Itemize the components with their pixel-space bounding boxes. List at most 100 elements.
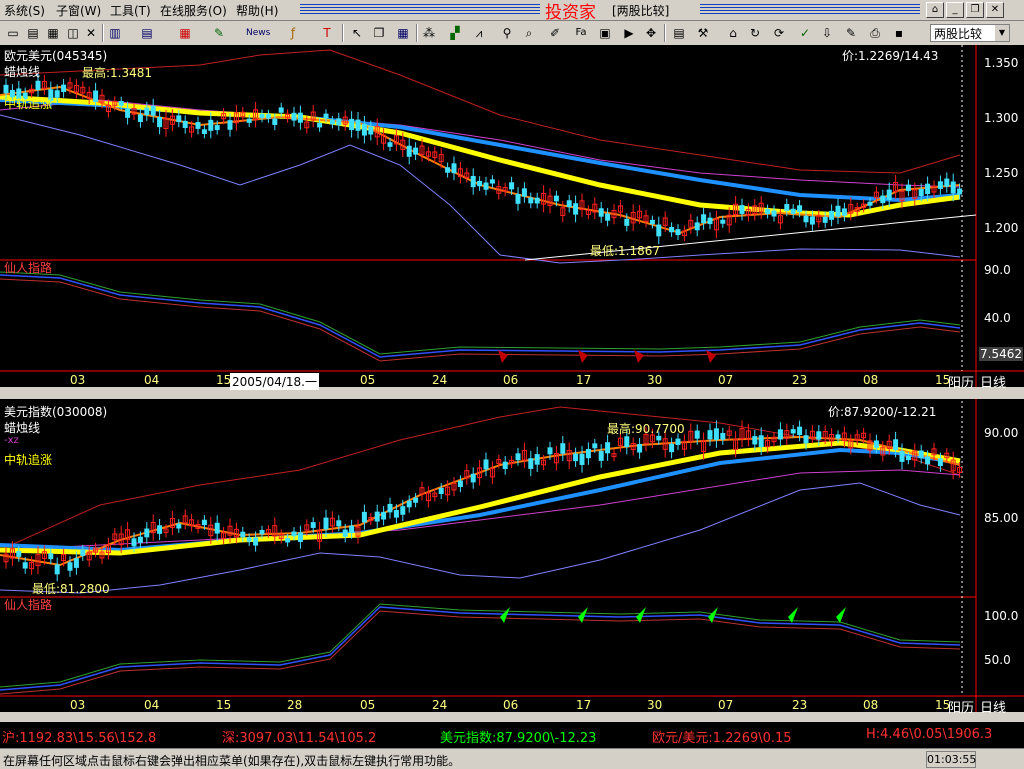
ticker-item-h[interactable]: H:4.46\0.05\1906.3 [866, 727, 992, 742]
candle-body [278, 107, 284, 113]
close-chart-icon[interactable]: ✕ [82, 24, 100, 42]
chart2-low-label: 最低:81.2800 [32, 582, 110, 596]
candle-body [560, 443, 566, 454]
save-icon[interactable]: ▪ [890, 24, 908, 42]
pane-scrollbar [0, 387, 1024, 399]
draw-line-icon[interactable]: ✎ [210, 24, 228, 42]
scatter-icon[interactable]: ⁂ [420, 24, 438, 42]
candle-body [150, 105, 156, 116]
chart1-ytick: 1.350 [984, 56, 1019, 70]
candle-body [925, 456, 931, 465]
xtick: 24 [432, 373, 448, 387]
candle-body [829, 210, 835, 220]
chart1-indicator-midband: 中轨追涨 [4, 97, 53, 111]
ticker-item-sz[interactable]: 深:3097.03\11.54\105.2 [222, 727, 376, 746]
pane-scrollbar [0, 712, 1024, 722]
compare-mode-select[interactable]: 两股比较 ▼ [930, 24, 1010, 42]
pen-icon[interactable]: ✐ [546, 24, 564, 42]
layout-1-icon[interactable]: ▭ [4, 24, 22, 42]
menu-tools[interactable]: 工具(T) [110, 2, 151, 19]
layout-2-icon[interactable]: ▤ [24, 24, 42, 42]
check-icon[interactable]: ✓ [796, 24, 814, 42]
print-icon[interactable]: ⎙ [866, 24, 884, 42]
candle-body [137, 114, 143, 122]
bar-chart-icon[interactable]: ▥ [106, 24, 124, 42]
candle-body [381, 511, 387, 520]
window-icon[interactable]: ❐ [370, 24, 388, 42]
candle-body [253, 537, 259, 546]
candle-body [201, 519, 207, 526]
menu-help[interactable]: 帮助(H) [236, 2, 278, 19]
candle-body [157, 117, 163, 128]
candle-body [445, 167, 451, 173]
period-tab[interactable]: 日线 [980, 697, 1006, 716]
play-icon[interactable]: ▶ [620, 24, 638, 42]
sync-icon[interactable]: ⟳ [770, 24, 788, 42]
candle-body [291, 112, 297, 121]
candle-body [790, 429, 796, 434]
ticker-item-sh[interactable]: 沪:1192.83\15.56\152.8 [2, 727, 156, 746]
ticker-item-eurusd[interactable]: 欧元/美元:1.2269\0.15 [652, 727, 792, 746]
candle-body [771, 210, 777, 217]
fa-icon[interactable]: Fa [572, 24, 590, 42]
close-icon[interactable]: ✕ [986, 2, 1004, 18]
calendar-mode-tab[interactable]: 阳历 [948, 372, 974, 391]
refresh-icon[interactable]: ↻ [746, 24, 764, 42]
xtick: 17 [576, 373, 592, 387]
help-window-icon[interactable]: ⌂ [926, 2, 944, 18]
minimize-icon[interactable]: _ [946, 2, 964, 18]
home-icon[interactable]: ⌂ [724, 24, 742, 42]
candle-body [54, 90, 60, 98]
chart-icon[interactable]: ▞ [446, 24, 464, 42]
xtick: 04 [144, 373, 160, 387]
candle-body [656, 224, 662, 237]
move-icon[interactable]: ✥ [642, 24, 660, 42]
toolbar-separator [664, 24, 666, 42]
candle-body [272, 118, 278, 125]
candle-body [246, 118, 252, 123]
candle-body [80, 549, 86, 556]
candle-body [265, 114, 271, 119]
menu-online-service[interactable]: 在线服务(O) [160, 2, 227, 19]
restore-icon[interactable]: ❐ [966, 2, 984, 18]
download-icon[interactable]: ⇩ [818, 24, 836, 42]
text-icon[interactable]: T [318, 24, 336, 42]
xtick: 07 [718, 373, 734, 387]
chart1-title: 欧元美元(045345) [4, 49, 108, 63]
grid-icon[interactable]: ▦ [394, 24, 412, 42]
find-icon[interactable]: ⌕ [520, 24, 538, 42]
chart2-sub-ytick: 50.0 [984, 653, 1011, 667]
menu-system[interactable]: 系统(S) [4, 2, 45, 19]
candle-body [605, 442, 611, 454]
image-icon[interactable]: ▣ [596, 24, 614, 42]
indicator-icon[interactable]: ▦ [176, 24, 194, 42]
chart2-ytick: 85.00 [984, 511, 1019, 525]
candle-body [841, 208, 847, 216]
binocular-icon[interactable]: ⚲ [498, 24, 516, 42]
status-text: 在屏幕任何区域点击鼠标右键会弹出相应菜单(如果存在),双击鼠标左键执行常用功能。 [3, 754, 461, 768]
tools-icon[interactable]: ⚒ [694, 24, 712, 42]
chevron-down-icon[interactable]: ▼ [995, 25, 1009, 41]
table-icon[interactable]: ▤ [138, 24, 156, 42]
layout-4-icon[interactable]: ▦ [44, 24, 62, 42]
candle-body [944, 178, 950, 187]
candle-body [470, 473, 476, 483]
candle-body [137, 536, 143, 543]
ticker-item-usdx[interactable]: 美元指数:87.9200\-12.23 [440, 727, 596, 746]
list-icon[interactable]: ▤ [670, 24, 688, 42]
period-tab[interactable]: 日线 [980, 372, 1006, 391]
news-icon[interactable]: News [246, 24, 270, 42]
zigzag-icon[interactable]: ⩘ [470, 24, 488, 42]
calendar-mode-tab[interactable]: 阳历 [948, 697, 974, 716]
formula-icon[interactable]: ƒ [284, 24, 302, 42]
candle-body [361, 123, 367, 136]
candle-body [592, 443, 598, 449]
edit-icon[interactable]: ✎ [842, 24, 860, 42]
select-icon[interactable]: ↖ [348, 24, 366, 42]
layout-split-icon[interactable]: ◫ [64, 24, 82, 42]
candle-body [157, 525, 163, 534]
candle-body [246, 537, 252, 542]
menu-subwindow[interactable]: 子窗(W) [56, 2, 101, 19]
candle-body [374, 511, 380, 522]
candle-body [573, 203, 579, 215]
